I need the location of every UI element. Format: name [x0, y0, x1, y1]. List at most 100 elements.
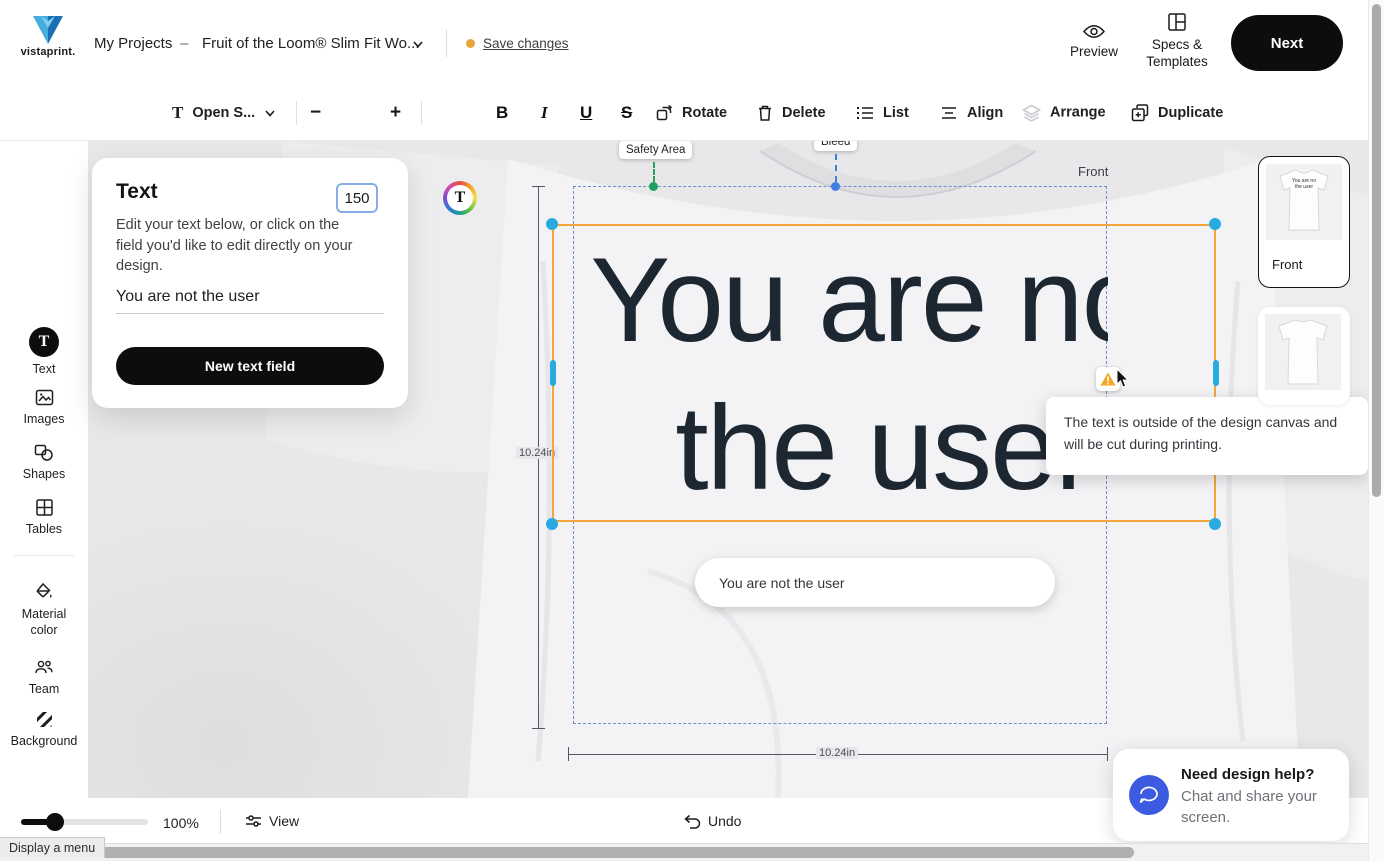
duplicate-icon: [1131, 104, 1149, 122]
resize-handle-right[interactable]: [1213, 360, 1219, 386]
inline-text-field-value: You are not the user: [719, 575, 845, 591]
duplicate-button[interactable]: Duplicate: [1131, 104, 1223, 122]
vertical-ruler-tick-top: [532, 186, 545, 187]
sidebar-item-shapes[interactable]: Shapes: [0, 442, 88, 483]
breadcrumb-my-projects[interactable]: My Projects: [94, 35, 172, 52]
sidebar-item-team[interactable]: Team: [0, 657, 88, 698]
view-button[interactable]: View: [245, 813, 299, 829]
align-icon: [940, 106, 958, 120]
text-panel-title: Text: [116, 180, 158, 204]
sidebar-item-text[interactable]: T Text: [0, 327, 88, 378]
page-thumbnail-back[interactable]: [1258, 307, 1350, 405]
toolbar-divider: [296, 101, 297, 125]
resize-handle-top-right[interactable]: [1209, 218, 1221, 230]
text-color-button[interactable]: T: [443, 181, 477, 215]
sidebar-item-label: Tables: [26, 522, 62, 538]
tables-icon: [34, 497, 54, 517]
preview-label: Preview: [1070, 44, 1118, 61]
header-divider: [446, 29, 447, 57]
vertical-ruler-line2: [538, 465, 539, 728]
thumb-mini-line2: the user: [1295, 184, 1313, 190]
delete-label: Delete: [782, 105, 826, 121]
font-icon: T: [172, 103, 183, 123]
rotate-button[interactable]: Rotate: [655, 104, 727, 122]
sidebar-item-label: Images: [24, 412, 65, 428]
rotate-icon: [655, 104, 673, 122]
sidebar-item-tables[interactable]: Tables: [0, 497, 88, 538]
browser-status-tooltip: Display a menu: [0, 837, 105, 858]
chat-title: Need design help?: [1181, 766, 1314, 783]
images-icon: [34, 387, 54, 407]
bold-button[interactable]: B: [496, 103, 508, 123]
thumbnail-front-label: Front: [1272, 257, 1302, 272]
arrange-button[interactable]: Arrange: [1022, 104, 1106, 121]
page-thumbnail-front[interactable]: You are nothe user Front: [1258, 156, 1350, 288]
undo-icon: [684, 814, 701, 829]
preview-button[interactable]: Preview: [1066, 24, 1122, 61]
inline-text-field[interactable]: You are not the user: [695, 558, 1055, 607]
chat-button[interactable]: [1129, 775, 1169, 815]
vertical-scrollbar[interactable]: [1368, 0, 1384, 861]
underline-button[interactable]: U: [580, 103, 592, 123]
resize-handle-bottom-right[interactable]: [1209, 518, 1221, 530]
bottom-bar-divider: [220, 810, 221, 834]
thumbnail-front-image: You are nothe user: [1266, 164, 1342, 240]
sidebar-item-images[interactable]: Images: [0, 387, 88, 428]
safety-area-dot: [649, 182, 658, 191]
strikethrough-button[interactable]: S: [621, 103, 632, 123]
sidebar-item-background[interactable]: Background: [0, 709, 88, 750]
resize-handle-left[interactable]: [550, 360, 556, 386]
new-text-field-button[interactable]: New text field: [116, 347, 384, 385]
next-button[interactable]: Next: [1231, 15, 1343, 71]
save-changes-link: Save changes: [483, 36, 569, 51]
font-size-input[interactable]: 150: [336, 183, 378, 213]
zoom-percent: 100%: [163, 815, 199, 831]
view-options-icon: [245, 814, 262, 828]
vistaprint-logo-icon: [31, 14, 65, 46]
save-changes[interactable]: Save changes: [466, 36, 569, 51]
undo-label: Undo: [708, 813, 741, 829]
save-status-dot: [466, 39, 475, 48]
vertical-scrollbar-thumb[interactable]: [1372, 4, 1381, 497]
font-size-increase-button[interactable]: +: [390, 102, 401, 124]
align-label: Align: [967, 105, 1003, 121]
text-tool-icon: T: [29, 327, 59, 357]
arrange-layers-icon: [1022, 104, 1041, 121]
sidebar-divider: [14, 555, 74, 556]
project-name[interactable]: Fruit of the Loom® Slim Fit Wo...: [202, 35, 420, 52]
resize-handle-bottom-left[interactable]: [546, 518, 558, 530]
vertical-ruler-tick-bottom: [532, 728, 545, 729]
sidebar-item-label: Material color: [14, 607, 74, 638]
italic-button[interactable]: I: [541, 103, 548, 123]
horizontal-scrollbar[interactable]: [0, 843, 1384, 861]
list-button[interactable]: List: [856, 105, 909, 121]
specs-templates-button[interactable]: Specs & Templates: [1141, 12, 1213, 71]
help-chat-card[interactable]: Need design help? Chat and share your sc…: [1113, 749, 1349, 841]
material-color-icon: [34, 582, 54, 602]
resize-handle-top-left[interactable]: [546, 218, 558, 230]
horizontal-scrollbar-thumb[interactable]: [95, 847, 1134, 858]
rotate-label: Rotate: [682, 105, 727, 121]
breadcrumb-separator: –: [180, 35, 188, 52]
zoom-slider-track[interactable]: [21, 819, 148, 825]
text-panel-description: Edit your text below, or click on the fi…: [116, 215, 366, 277]
zoom-slider-thumb[interactable]: [46, 813, 64, 831]
sidebar-item-material-color[interactable]: Material color: [0, 582, 88, 638]
undo-button[interactable]: Undo: [684, 813, 741, 829]
specs-templates-icon: [1167, 12, 1187, 32]
delete-button[interactable]: Delete: [757, 104, 826, 122]
text-color-glyph: T: [447, 185, 473, 211]
sidebar-item-label: Team: [29, 682, 60, 698]
shapes-icon: [34, 442, 54, 462]
team-icon: [34, 657, 54, 677]
vistaprint-logo[interactable]: vistaprint.: [18, 14, 78, 58]
project-dropdown-chevron-icon[interactable]: [412, 38, 424, 50]
font-size-decrease-button[interactable]: −: [310, 102, 321, 124]
text-field-input[interactable]: [116, 280, 384, 314]
chat-bubble-icon: [1139, 786, 1159, 804]
font-family-selector[interactable]: T Open S...: [172, 103, 276, 123]
sidebar-item-label: Background: [11, 734, 78, 750]
background-icon: [34, 709, 54, 729]
align-button[interactable]: Align: [940, 105, 1003, 121]
font-dropdown-chevron-icon: [264, 107, 276, 119]
